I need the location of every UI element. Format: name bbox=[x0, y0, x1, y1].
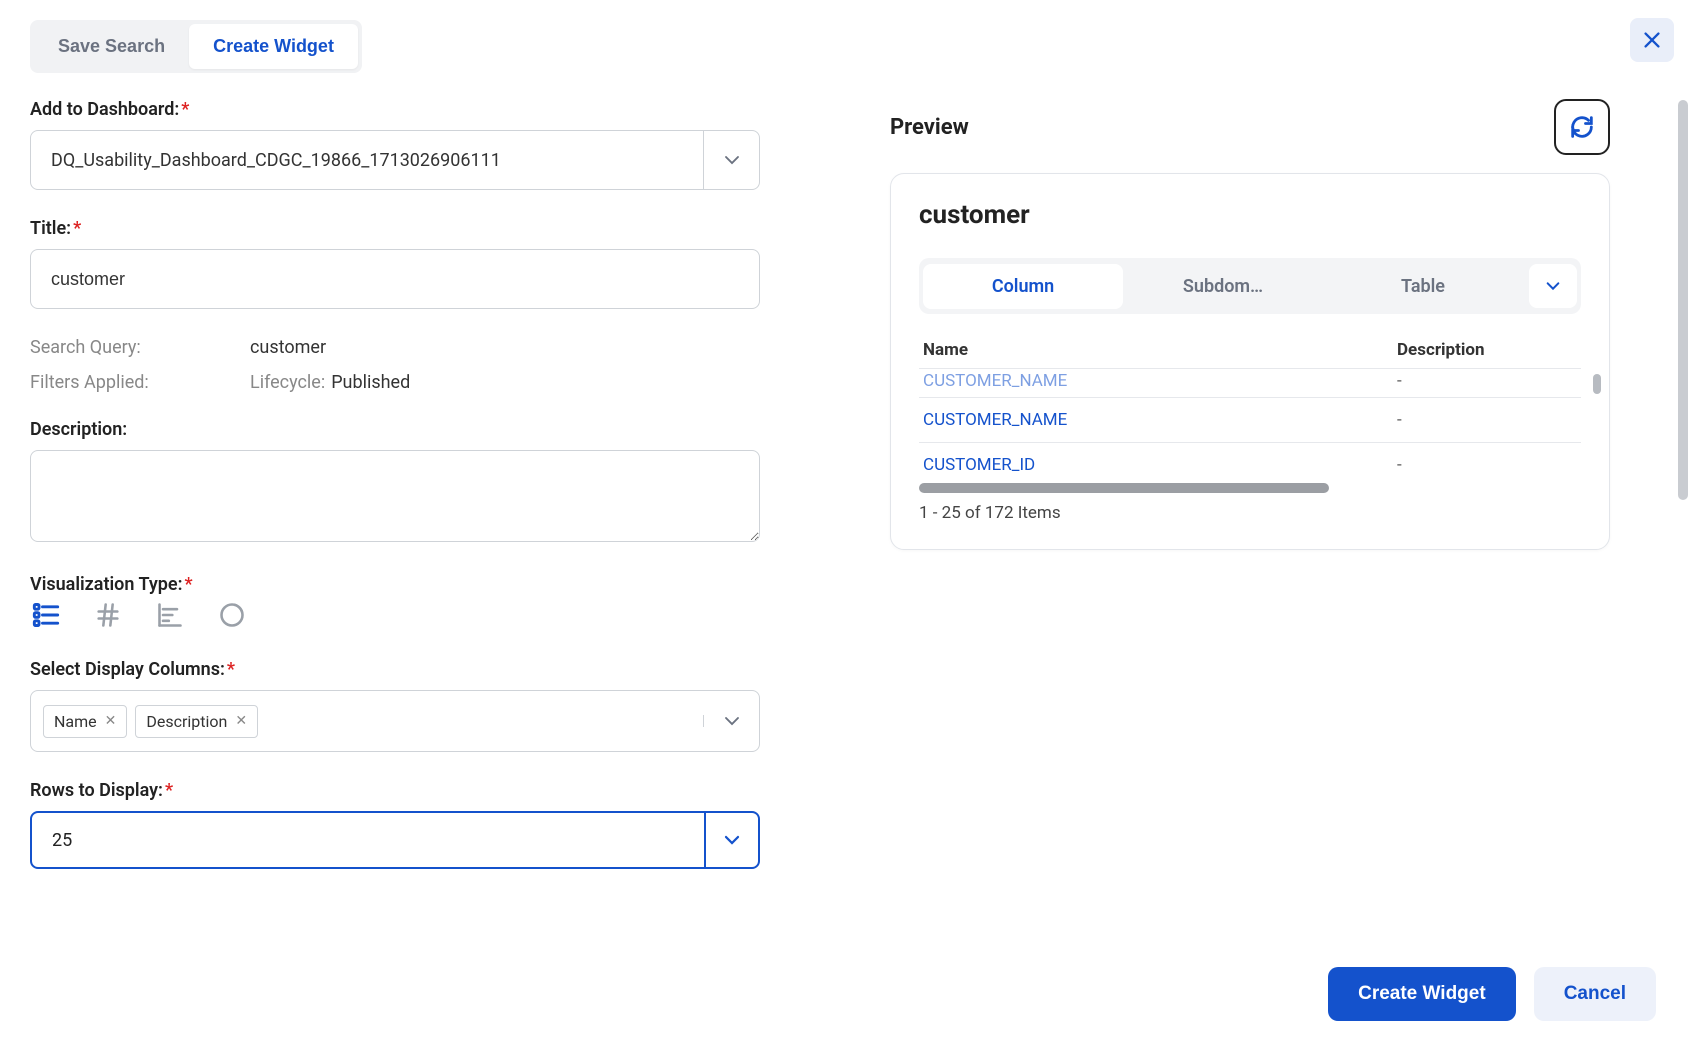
cancel-button[interactable]: Cancel bbox=[1534, 967, 1656, 1021]
preview-heading: Preview bbox=[890, 115, 969, 140]
remove-tag-icon[interactable]: ✕ bbox=[235, 713, 247, 729]
preview-tabs: Column Subdom… Table bbox=[919, 258, 1581, 314]
columns-label: Select Display Columns:* bbox=[30, 659, 760, 680]
cell-name[interactable]: CUSTOMER_NAME bbox=[923, 410, 1397, 430]
rows-value: 25 bbox=[32, 813, 704, 867]
chevron-down-icon[interactable] bbox=[704, 813, 758, 867]
tab-save-search[interactable]: Save Search bbox=[34, 24, 189, 69]
preview-title: customer bbox=[919, 200, 1581, 230]
title-label: Title:* bbox=[30, 218, 760, 239]
tag-name: Name✕ bbox=[43, 705, 127, 738]
columns-multiselect[interactable]: Name✕ Description✕ bbox=[30, 690, 760, 752]
mini-scrollbar[interactable] bbox=[1593, 374, 1601, 394]
dashboard-label: Add to Dashboard:* bbox=[30, 99, 760, 120]
viz-donut-icon[interactable] bbox=[216, 599, 248, 631]
header-desc: Description bbox=[1397, 340, 1577, 360]
description-input[interactable] bbox=[30, 450, 760, 542]
table-row: CUSTOMER_NAME - bbox=[919, 368, 1581, 397]
tabs-more-button[interactable] bbox=[1529, 264, 1577, 308]
table-row: CUSTOMER_ID - bbox=[919, 442, 1581, 479]
close-button[interactable] bbox=[1630, 18, 1674, 62]
search-query-value: customer bbox=[250, 337, 326, 358]
description-label: Description: bbox=[30, 419, 760, 440]
viz-bar-icon[interactable] bbox=[154, 599, 186, 631]
mode-tabs: Save Search Create Widget bbox=[30, 20, 362, 73]
chevron-down-icon bbox=[1545, 280, 1561, 292]
viz-number-icon[interactable] bbox=[92, 599, 124, 631]
table-row: CUSTOMER_NAME - bbox=[919, 397, 1581, 442]
dashboard-value: DQ_Usability_Dashboard_CDGC_19866_171302… bbox=[31, 131, 703, 189]
title-input[interactable] bbox=[30, 249, 760, 309]
close-icon bbox=[1641, 29, 1663, 51]
refresh-icon bbox=[1568, 113, 1596, 141]
cell-desc: - bbox=[1397, 455, 1577, 475]
search-query-label: Search Query: bbox=[30, 337, 250, 358]
header-name: Name bbox=[923, 340, 1397, 360]
preview-card: customer Column Subdom… Table Name Descr… bbox=[890, 173, 1610, 550]
cell-name[interactable]: CUSTOMER_ID bbox=[923, 455, 1397, 475]
create-widget-button[interactable]: Create Widget bbox=[1328, 967, 1516, 1021]
tab-subdomain[interactable]: Subdom… bbox=[1123, 264, 1323, 309]
filters-label: Filters Applied: bbox=[30, 372, 250, 393]
viz-label: Visualization Type:* bbox=[30, 574, 760, 595]
tab-table[interactable]: Table bbox=[1323, 264, 1523, 309]
cell-name[interactable]: CUSTOMER_NAME bbox=[923, 371, 1397, 391]
cell-desc: - bbox=[1397, 371, 1577, 391]
pager-text: 1 - 25 of 172 Items bbox=[919, 503, 1581, 523]
chevron-down-icon[interactable] bbox=[703, 715, 759, 727]
rows-label: Rows to Display:* bbox=[30, 780, 760, 801]
page-scrollbar[interactable] bbox=[1678, 100, 1688, 500]
filters-key: Lifecycle: bbox=[250, 372, 325, 393]
horizontal-scrollbar[interactable] bbox=[919, 483, 1329, 493]
dashboard-select[interactable]: DQ_Usability_Dashboard_CDGC_19866_171302… bbox=[30, 130, 760, 190]
remove-tag-icon[interactable]: ✕ bbox=[105, 713, 117, 729]
table-header: Name Description bbox=[919, 332, 1581, 368]
filters-value: Published bbox=[331, 372, 410, 393]
cell-desc: - bbox=[1397, 410, 1577, 430]
tag-description: Description✕ bbox=[135, 705, 258, 738]
viz-list-icon[interactable] bbox=[30, 599, 62, 631]
tab-column[interactable]: Column bbox=[923, 264, 1123, 309]
rows-select[interactable]: 25 bbox=[30, 811, 760, 869]
tab-create-widget[interactable]: Create Widget bbox=[189, 24, 358, 69]
chevron-down-icon[interactable] bbox=[703, 131, 759, 189]
refresh-button[interactable] bbox=[1554, 99, 1610, 155]
